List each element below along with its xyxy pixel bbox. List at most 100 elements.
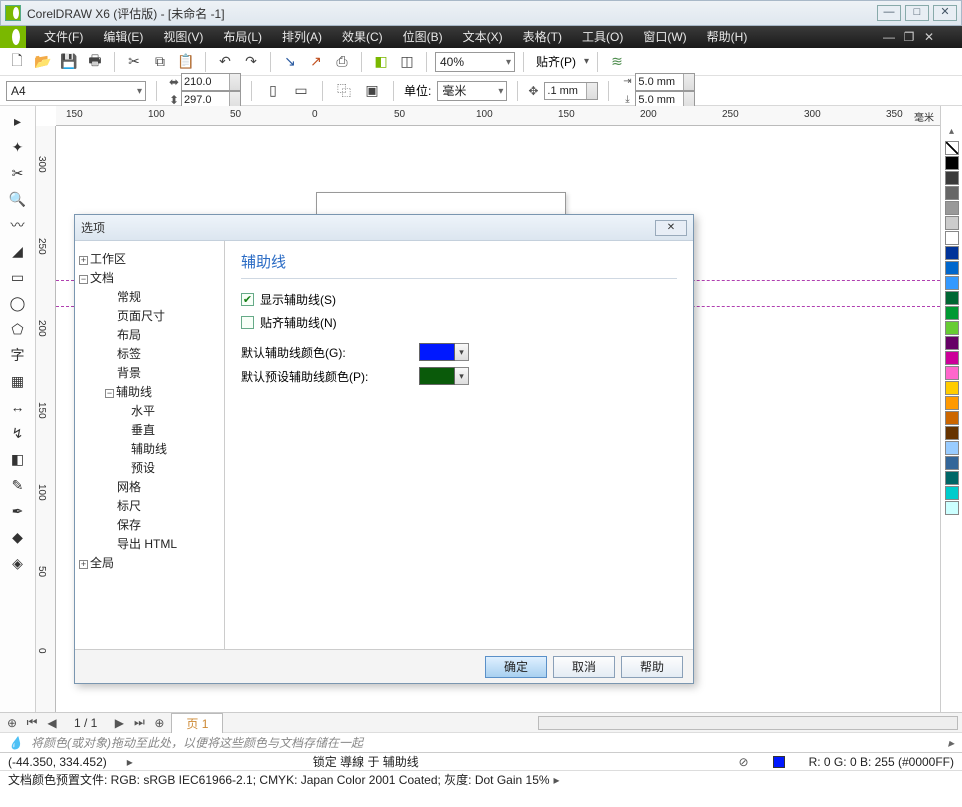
- color-swatch[interactable]: [945, 471, 959, 485]
- color-swatch[interactable]: [945, 486, 959, 500]
- first-page-button[interactable]: ⏮: [24, 715, 40, 730]
- help-button[interactable]: 帮助: [621, 656, 683, 678]
- cut-icon[interactable]: ✂: [123, 51, 145, 73]
- smartfill-tool[interactable]: ◢: [5, 240, 31, 262]
- publish-icon[interactable]: ⎙: [331, 51, 353, 73]
- tree-node[interactable]: 背景: [79, 363, 220, 382]
- dialog-close-button[interactable]: ✕: [655, 220, 687, 236]
- zoom-tool[interactable]: 🔍: [5, 188, 31, 210]
- color-swatch[interactable]: [945, 381, 959, 395]
- menu-item[interactable]: 编辑(E): [93, 26, 153, 48]
- color-swatch[interactable]: [945, 321, 959, 335]
- color-swatch[interactable]: [945, 156, 959, 170]
- outline-tool[interactable]: ✒: [5, 500, 31, 522]
- tree-node[interactable]: 预设: [79, 458, 220, 477]
- rectangle-tool[interactable]: ▭: [5, 266, 31, 288]
- menu-item[interactable]: 文件(F): [34, 26, 93, 48]
- dialog-titlebar[interactable]: 选项 ✕: [75, 215, 693, 241]
- all-pages-button[interactable]: ⿻: [333, 80, 355, 102]
- tree-node-global[interactable]: 全局: [90, 556, 114, 570]
- last-page-button[interactable]: ⏭: [131, 715, 147, 730]
- save-icon[interactable]: 💾: [58, 51, 80, 73]
- page-width-spin[interactable]: 210.0 mm: [181, 73, 241, 91]
- tree-node-guides[interactable]: 辅助线: [116, 385, 152, 399]
- color-swatch[interactable]: [945, 501, 959, 515]
- interactive-fill-tool[interactable]: ◈: [5, 552, 31, 574]
- tree-node[interactable]: 保存: [79, 515, 220, 534]
- color-swatch[interactable]: [945, 366, 959, 380]
- units-combo[interactable]: 毫米: [437, 81, 507, 101]
- paper-size-combo[interactable]: A4: [6, 81, 146, 101]
- color-swatch[interactable]: [945, 426, 959, 440]
- add-page-before-button[interactable]: ⊕: [4, 716, 20, 730]
- polygon-tool[interactable]: ⬠: [5, 318, 31, 340]
- tree-node[interactable]: 网格: [79, 477, 220, 496]
- eyedropper-icon[interactable]: 💧: [8, 736, 23, 750]
- color-swatch[interactable]: [945, 396, 959, 410]
- close-button[interactable]: ✕: [933, 5, 957, 21]
- tree-node[interactable]: 辅助线: [79, 439, 220, 458]
- freehand-tool[interactable]: 〰: [5, 214, 31, 236]
- tree-node[interactable]: 标尺: [79, 496, 220, 515]
- preset-color-swatch[interactable]: [419, 367, 455, 385]
- snap-label[interactable]: 贴齐(P): [532, 53, 580, 70]
- show-guides-checkbox[interactable]: ✔: [241, 293, 254, 306]
- hint-menu-button[interactable]: ▸: [948, 736, 954, 750]
- shape-tool[interactable]: ✦: [5, 136, 31, 158]
- color-swatch[interactable]: [945, 201, 959, 215]
- palette-up-button[interactable]: ▴: [949, 126, 954, 137]
- menu-item[interactable]: 帮助(H): [697, 26, 758, 48]
- new-icon[interactable]: 🗋: [6, 51, 28, 73]
- open-icon[interactable]: 📂: [32, 51, 54, 73]
- menu-item[interactable]: 效果(C): [332, 26, 393, 48]
- color-swatch[interactable]: [945, 291, 959, 305]
- color-swatch[interactable]: [945, 231, 959, 245]
- tree-node[interactable]: 布局: [79, 325, 220, 344]
- color-swatch[interactable]: [945, 171, 959, 185]
- fill-tool[interactable]: ◆: [5, 526, 31, 548]
- snap-guides-checkbox[interactable]: ✔: [241, 316, 254, 329]
- vertical-ruler[interactable]: 300250200150100500: [36, 126, 56, 712]
- color-swatch[interactable]: [945, 336, 959, 350]
- paste-icon[interactable]: 📋: [175, 51, 197, 73]
- tree-node[interactable]: 导出 HTML: [79, 534, 220, 553]
- color-swatch[interactable]: [945, 261, 959, 275]
- zoom-combo[interactable]: 40%: [435, 52, 515, 72]
- tree-node[interactable]: 页面尺寸: [79, 306, 220, 325]
- copy-icon[interactable]: ⧉: [149, 51, 171, 73]
- add-page-after-button[interactable]: ⊕: [151, 716, 167, 730]
- color-swatch[interactable]: [945, 441, 959, 455]
- tree-node[interactable]: 水平: [79, 401, 220, 420]
- default-color-swatch[interactable]: [419, 343, 455, 361]
- nudge-spin[interactable]: .1 mm: [544, 82, 598, 100]
- app-launcher-icon[interactable]: ◧: [370, 51, 392, 73]
- tree-node-workspace[interactable]: 工作区: [90, 252, 126, 266]
- color-swatch[interactable]: [945, 306, 959, 320]
- color-swatch[interactable]: [945, 246, 959, 260]
- connector-tool[interactable]: ↯: [5, 422, 31, 444]
- default-color-dropdown[interactable]: ▾: [455, 343, 469, 361]
- cancel-button[interactable]: 取消: [553, 656, 615, 678]
- dup-x-spin[interactable]: 5.0 mm: [635, 73, 695, 91]
- print-icon[interactable]: 🖶: [84, 51, 106, 73]
- redo-icon[interactable]: ↷: [240, 51, 262, 73]
- page-tab[interactable]: 页 1: [171, 713, 223, 733]
- menu-item[interactable]: 窗口(W): [633, 26, 696, 48]
- tree-node[interactable]: 垂直: [79, 420, 220, 439]
- menu-item[interactable]: 表格(T): [513, 26, 572, 48]
- undo-icon[interactable]: ↶: [214, 51, 236, 73]
- landscape-button[interactable]: ▭: [290, 80, 312, 102]
- no-color-swatch[interactable]: [945, 141, 959, 155]
- color-swatch[interactable]: [945, 276, 959, 290]
- options-tree[interactable]: +工作区 −文档 常规页面尺寸布局标签背景 −辅助线 水平垂直辅助线预设 网格标…: [75, 241, 225, 649]
- prev-page-button[interactable]: ◀: [44, 716, 60, 730]
- pick-tool[interactable]: ▸: [5, 110, 31, 132]
- tree-node[interactable]: 常规: [79, 287, 220, 306]
- crop-tool[interactable]: ✂: [5, 162, 31, 184]
- color-swatch[interactable]: [945, 186, 959, 200]
- table-tool[interactable]: ▦: [5, 370, 31, 392]
- menu-item[interactable]: 位图(B): [393, 26, 453, 48]
- text-tool[interactable]: 字: [5, 344, 31, 366]
- mdi-close-button[interactable]: ✕: [922, 30, 936, 44]
- eyedropper-tool[interactable]: ✎: [5, 474, 31, 496]
